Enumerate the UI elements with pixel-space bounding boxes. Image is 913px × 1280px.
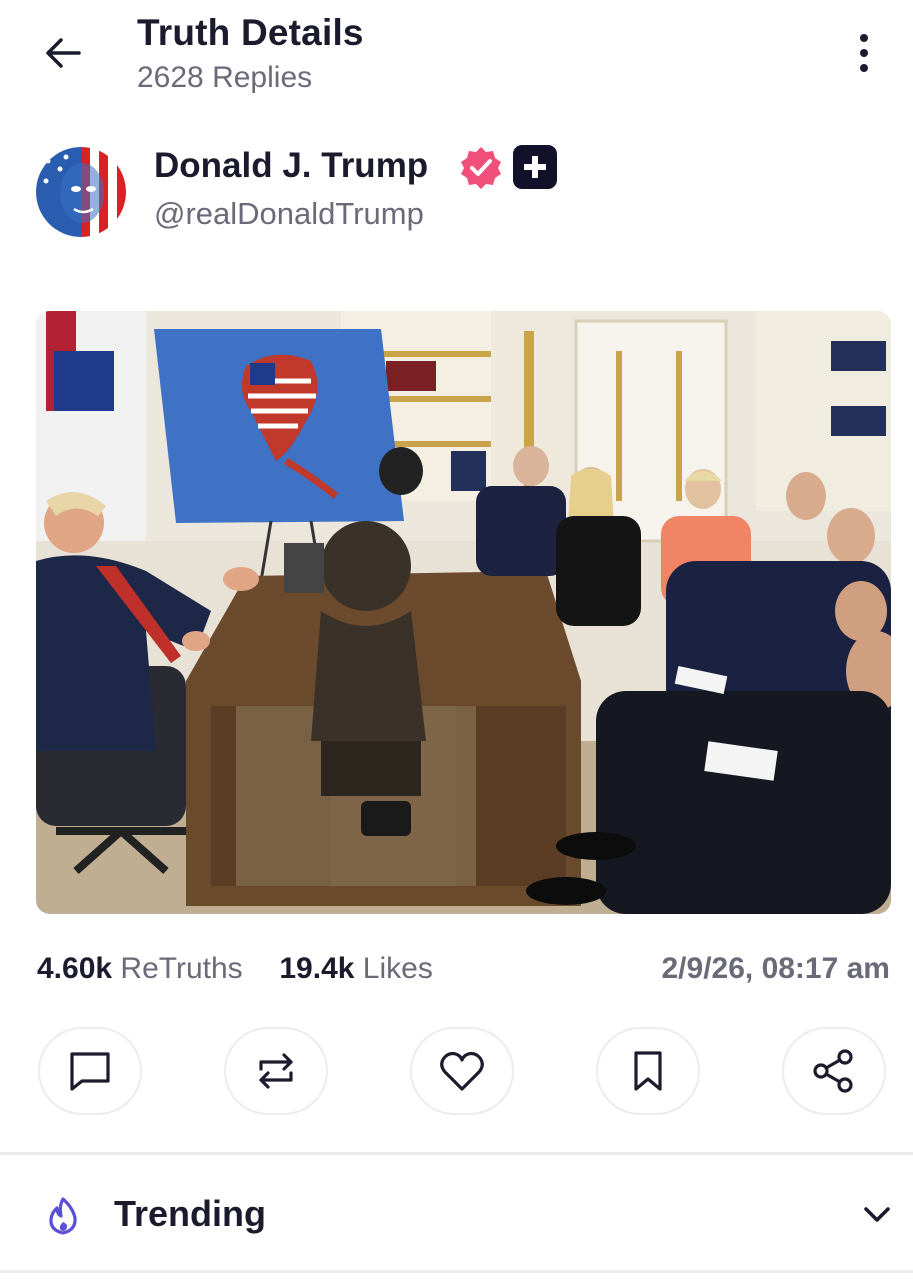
bottom-divider (0, 1270, 913, 1273)
section-divider (0, 1152, 913, 1155)
reply-button[interactable] (38, 1027, 142, 1115)
chevron-down-icon[interactable] (858, 1198, 896, 1232)
post-timestamp: 2/9/26, 08:17 am (661, 952, 890, 985)
share-button[interactable] (782, 1027, 886, 1115)
arrow-left-icon (46, 38, 81, 68)
likes-label[interactable]: Likes (363, 952, 433, 985)
more-options-button[interactable] (846, 28, 882, 78)
trending-label[interactable]: Trending (114, 1193, 266, 1235)
plus-badge-icon (513, 145, 557, 189)
post-photo[interactable] (36, 311, 891, 914)
like-icon (440, 1051, 484, 1091)
share-icon (813, 1049, 853, 1093)
like-button[interactable] (410, 1027, 514, 1115)
author-name[interactable]: Donald J. Trump (154, 146, 428, 186)
replies-count: 2628 Replies (137, 61, 313, 94)
retruth-button[interactable] (224, 1027, 328, 1115)
more-vertical-icon (860, 34, 868, 42)
likes-count: 19.4k (279, 952, 355, 985)
bookmark-icon (634, 1051, 662, 1091)
page-title: Truth Details (137, 12, 364, 53)
verified-badge-icon (461, 147, 501, 189)
author-handle[interactable]: @realDonaldTrump (154, 196, 424, 232)
back-button[interactable] (38, 30, 88, 76)
reply-icon (70, 1052, 110, 1091)
flame-icon (49, 1197, 77, 1235)
top-bar: Truth Details 2628 Replies (0, 0, 913, 110)
post-stats: 4.60k ReTruths 19.4k Likes (37, 952, 433, 986)
bookmark-button[interactable] (596, 1027, 700, 1115)
avatar[interactable] (36, 147, 126, 237)
retruths-label[interactable]: ReTruths (120, 952, 242, 985)
retruth-icon (259, 1053, 293, 1089)
retruths-count: 4.60k (37, 952, 113, 985)
